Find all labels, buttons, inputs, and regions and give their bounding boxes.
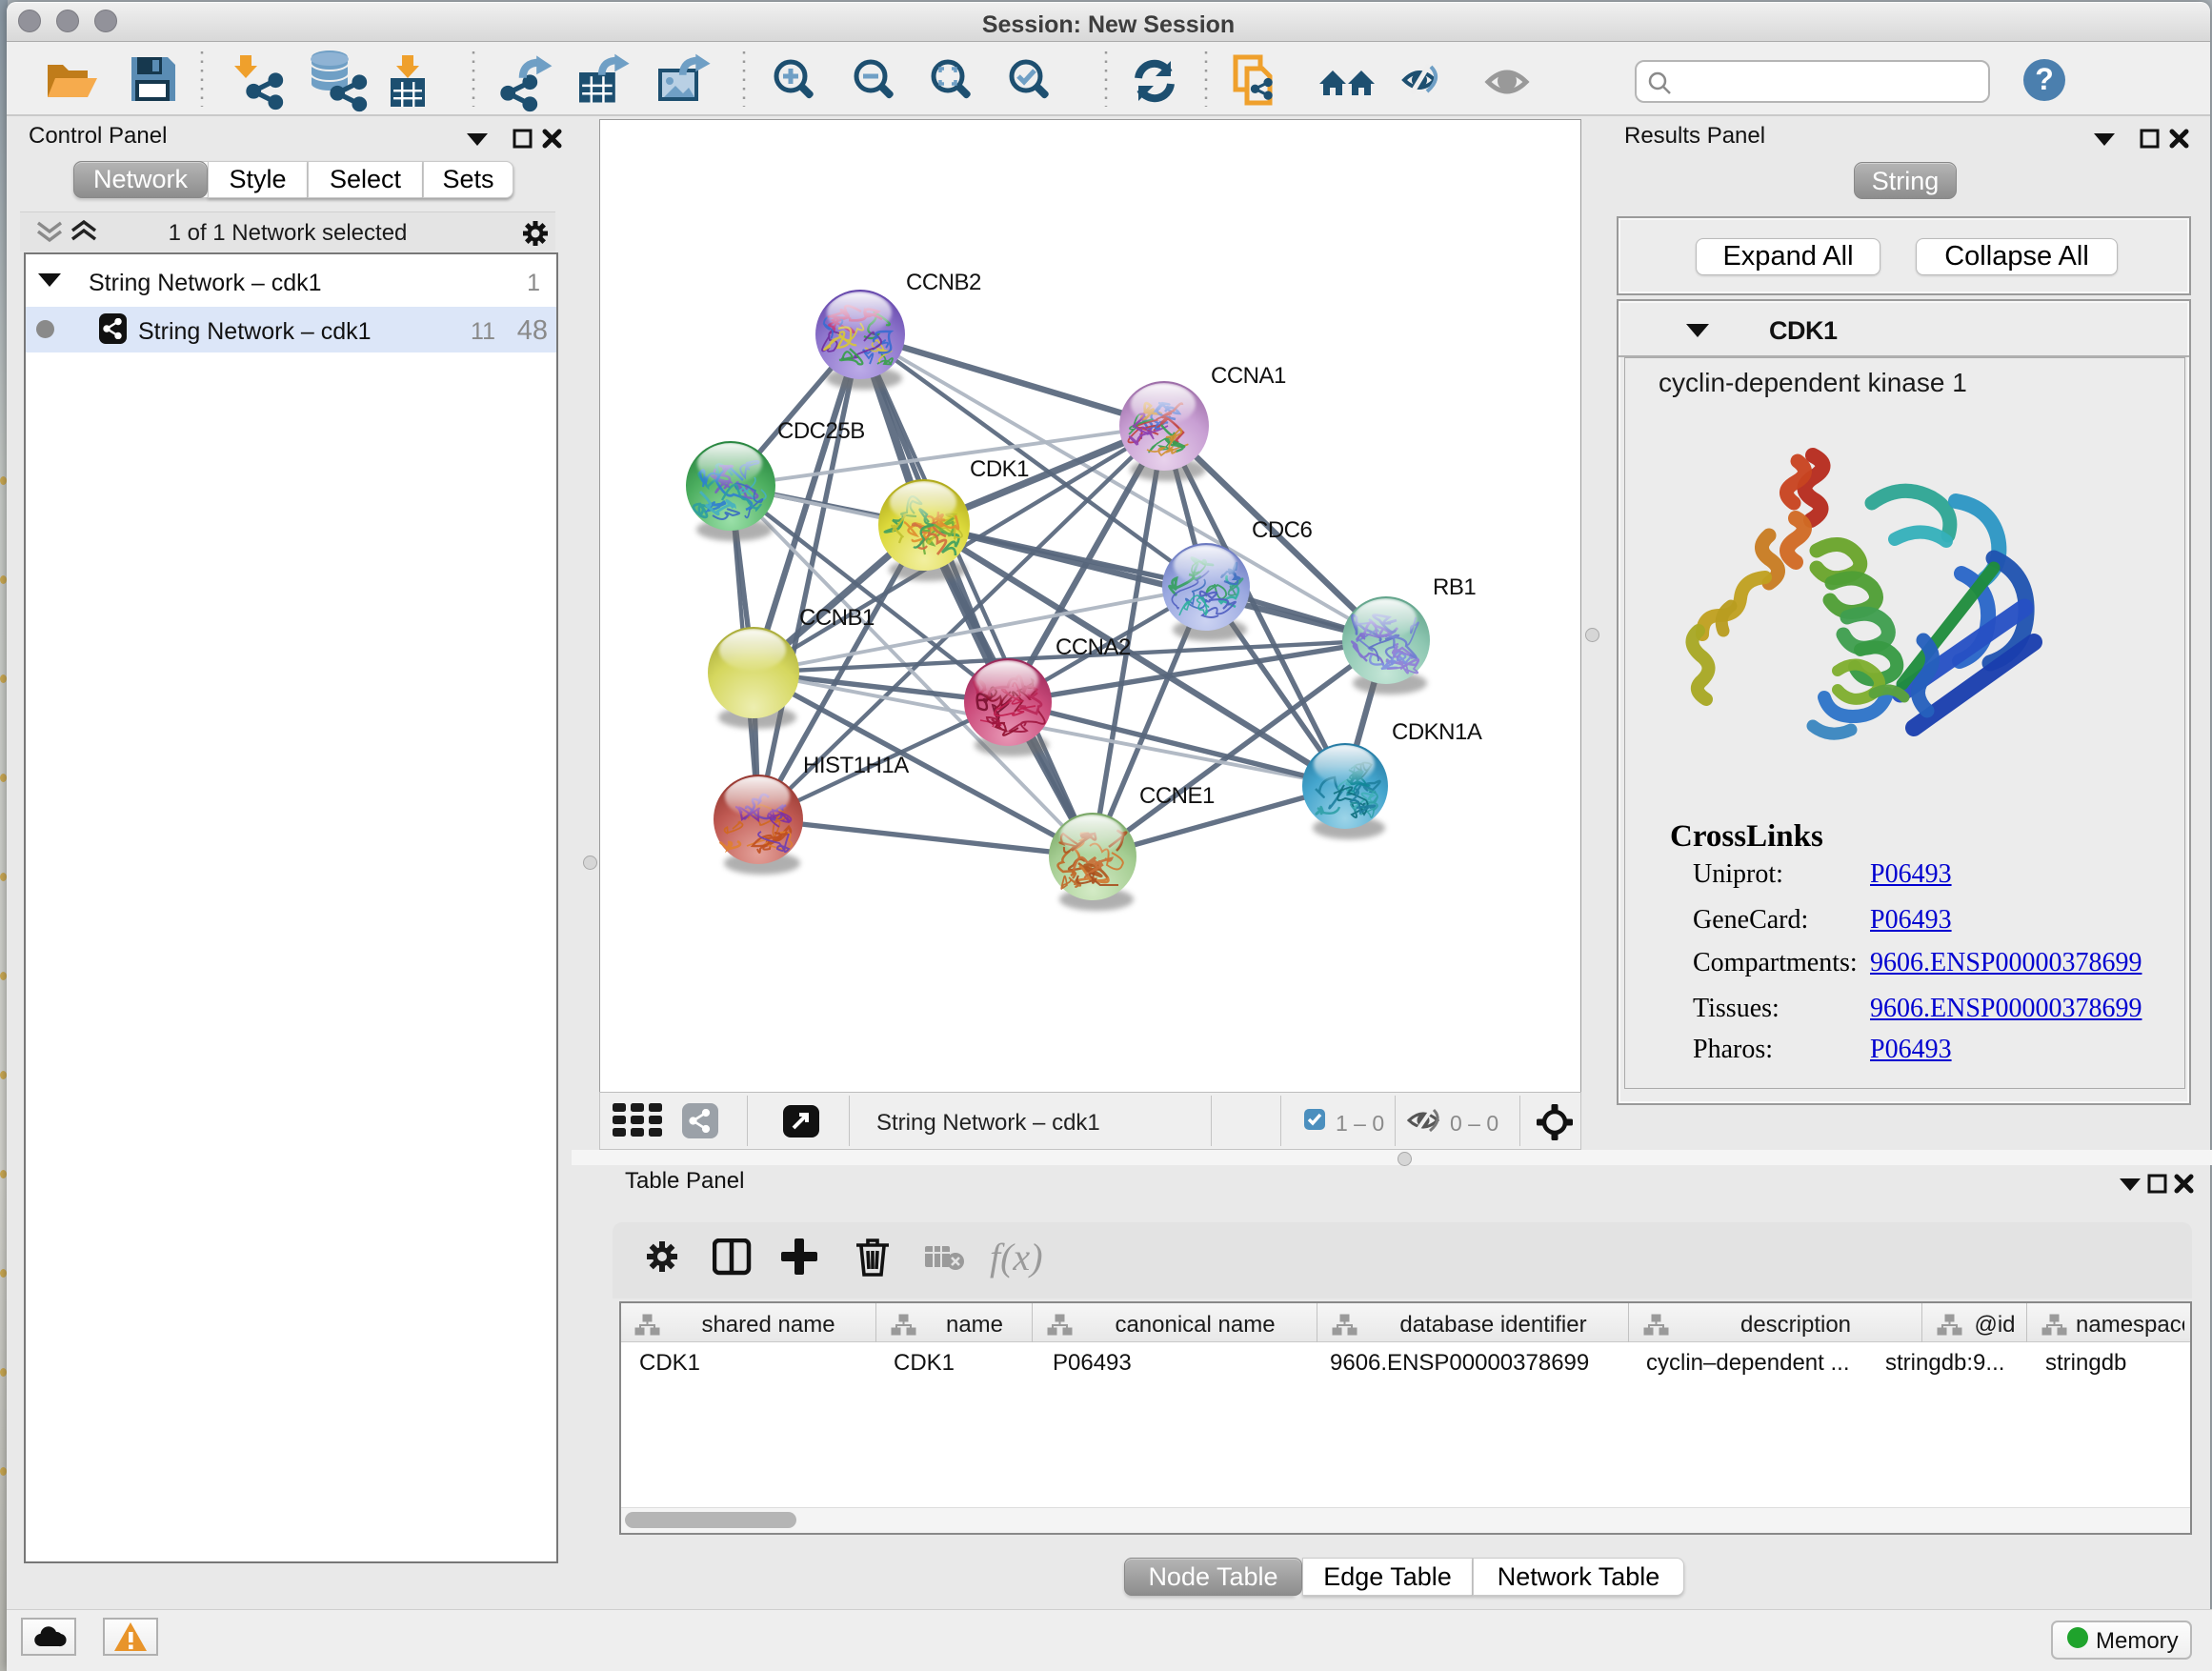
svg-text:CCNA1: CCNA1 [1211, 363, 1286, 389]
svg-text:CCNA2: CCNA2 [1056, 634, 1131, 660]
svg-text:CCNB2: CCNB2 [906, 270, 981, 295]
svg-text:HIST1H1A: HIST1H1A [803, 753, 909, 778]
svg-text:CDC25B: CDC25B [777, 418, 865, 444]
svg-text:RB1: RB1 [1433, 574, 1476, 600]
svg-text:CDC6: CDC6 [1252, 517, 1312, 543]
svg-text:CDK1: CDK1 [970, 456, 1029, 482]
svg-text:CCNB1: CCNB1 [799, 605, 875, 631]
svg-text:CDKN1A: CDKN1A [1392, 719, 1482, 745]
svg-text:CCNE1: CCNE1 [1139, 783, 1215, 809]
